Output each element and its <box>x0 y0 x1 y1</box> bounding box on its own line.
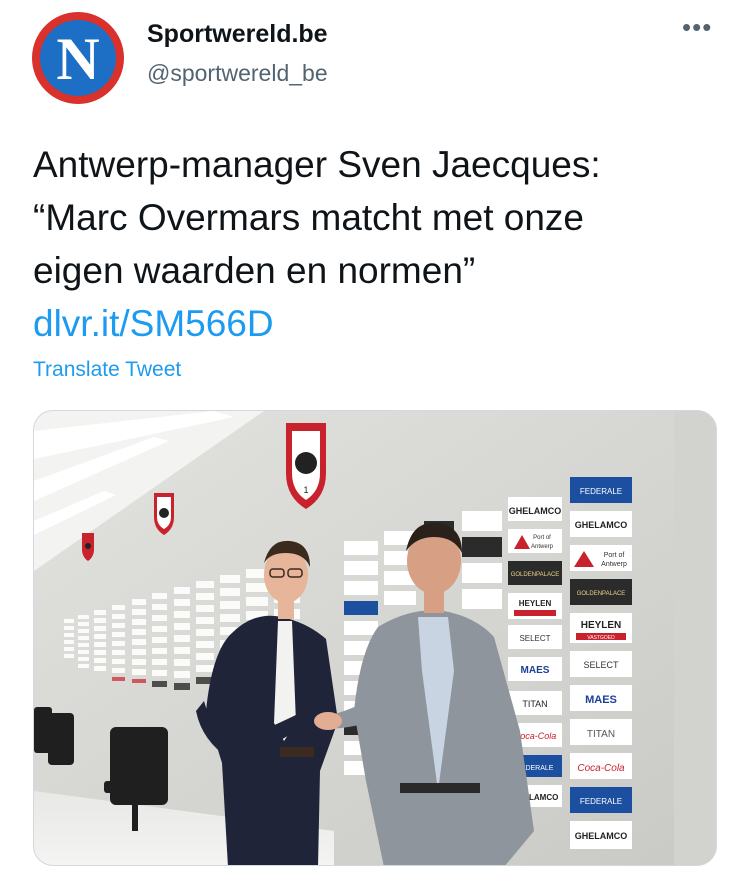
avatar[interactable]: N <box>32 12 124 104</box>
svg-text:SELECT: SELECT <box>583 660 619 670</box>
tweet-text-line-3: eigen waarden en normen” <box>33 250 476 291</box>
svg-text:Antwerp: Antwerp <box>531 544 554 550</box>
tweet-link[interactable]: dlvr.it/SM566D <box>33 303 274 344</box>
svg-text:GHELAMCO: GHELAMCO <box>509 506 562 516</box>
svg-text:GOLDENPALACE: GOLDENPALACE <box>577 591 626 597</box>
handshake <box>314 712 342 730</box>
svg-text:Antwerp: Antwerp <box>601 561 627 568</box>
svg-text:Coca-Cola: Coca-Cola <box>577 763 625 774</box>
tweet-text: Antwerp-manager Sven Jaecques: “Marc Ove… <box>33 138 723 350</box>
svg-text:VASTGOED: VASTGOED <box>587 635 615 641</box>
svg-text:GHELAMCO: GHELAMCO <box>575 520 628 530</box>
tweet-photo[interactable]: 1 GHELAMCO Port of Antwerp GOLDENPALACE … <box>33 410 717 866</box>
avatar-logo: N <box>40 20 116 96</box>
svg-text:FEDERALE: FEDERALE <box>580 797 622 806</box>
svg-text:GOLDENPALACE: GOLDENPALACE <box>511 572 560 578</box>
svg-text:FEDERALE: FEDERALE <box>580 487 622 496</box>
display-name[interactable]: Sportwereld.be <box>147 20 328 49</box>
svg-text:HEYLEN: HEYLEN <box>519 599 552 608</box>
side-wall <box>674 411 716 865</box>
svg-text:MAES: MAES <box>521 665 550 676</box>
svg-text:HEYLEN: HEYLEN <box>581 620 622 631</box>
svg-text:GHELAMCO: GHELAMCO <box>575 831 628 841</box>
tweet-text-line-1: Antwerp-manager Sven Jaecques: <box>33 144 601 185</box>
avatar-letter: N <box>56 26 100 92</box>
account-handle[interactable]: @sportwereld_be <box>147 60 328 87</box>
more-options-icon[interactable]: ••• <box>682 12 712 43</box>
svg-text:TITAN: TITAN <box>522 699 547 709</box>
svg-text:Port of: Port of <box>604 552 625 559</box>
svg-text:Port of: Port of <box>533 535 551 541</box>
translate-tweet-link[interactable]: Translate Tweet <box>33 358 181 382</box>
badge-number: 1 <box>303 485 308 495</box>
press-conference-photo: 1 GHELAMCO Port of Antwerp GOLDENPALACE … <box>34 411 716 865</box>
svg-text:SELECT: SELECT <box>519 634 550 643</box>
svg-text:MAES: MAES <box>585 694 617 706</box>
svg-text:TITAN: TITAN <box>587 729 615 740</box>
tweet-text-line-2: “Marc Overmars matcht met onze <box>33 197 585 238</box>
